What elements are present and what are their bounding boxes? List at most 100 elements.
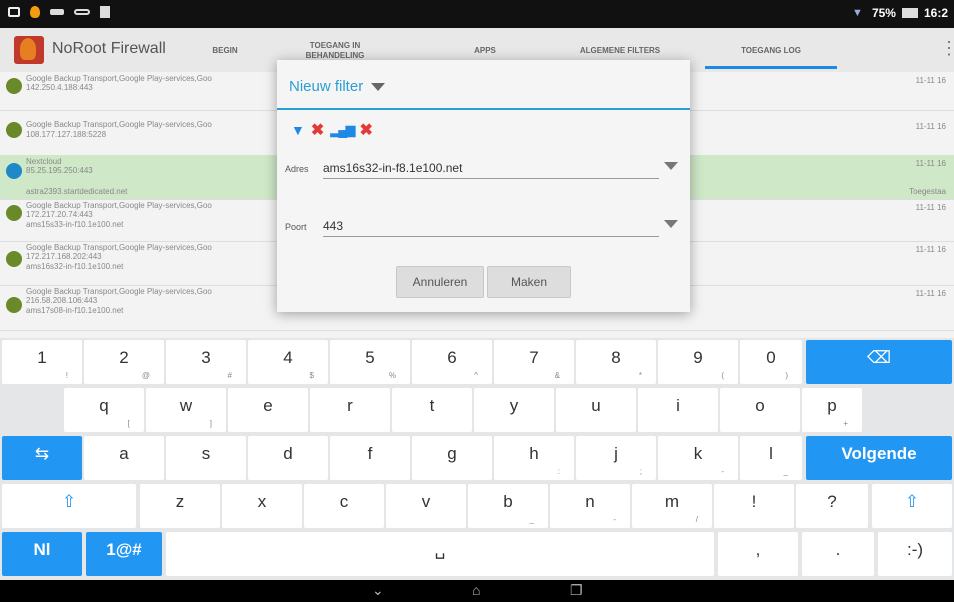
back-icon[interactable]: ⌄ <box>372 582 384 599</box>
recent-apps-icon[interactable]: ❐ <box>570 582 583 599</box>
shift-left-key[interactable]: ⇧ <box>2 484 136 528</box>
key-o[interactable]: o <box>720 388 800 432</box>
key-b[interactable]: b _ <box>468 484 548 528</box>
space-icon: ␣ <box>434 540 446 559</box>
status-bar: ▼ 75% 16:2 <box>0 0 954 28</box>
row-time: 11-11 16 <box>915 76 946 85</box>
row-address: 216.58.208.106:443 <box>26 296 98 305</box>
key-period[interactable]: . <box>802 532 874 576</box>
row-status: Toegestaa <box>909 187 946 196</box>
key-g[interactable]: g <box>412 436 492 480</box>
key-q[interactable]: q[ <box>64 388 144 432</box>
key-l[interactable]: l _ <box>740 436 802 480</box>
key-z[interactable]: z <box>140 484 220 528</box>
cancel-button[interactable]: Annuleren <box>396 266 484 298</box>
shift-icon: ⇧ <box>904 492 920 511</box>
smiley-key[interactable]: :-) <box>878 532 952 576</box>
key-4[interactable]: 4 $ <box>248 340 328 384</box>
row-hostname: astra2393.startdedicated.net <box>26 187 128 196</box>
key-9[interactable]: 9( <box>658 340 738 384</box>
address-field[interactable]: ams16s32-in-f8.1e100.net <box>323 158 659 179</box>
row-address: 108.177.127.188:5228 <box>26 130 107 139</box>
key-3[interactable]: 3 # <box>166 340 246 384</box>
key-j[interactable]: j; <box>576 436 656 480</box>
key-u[interactable]: u <box>556 388 636 432</box>
backspace-key[interactable]: ⌫ <box>806 340 952 384</box>
tab-key[interactable]: ⇆ <box>2 436 82 480</box>
tab-arrows-icon: ⇆ <box>34 444 50 463</box>
key-m[interactable]: m / <box>632 484 712 528</box>
key-k[interactable]: k- <box>658 436 738 480</box>
next-button[interactable]: Volgende <box>806 436 952 480</box>
key-d[interactable]: d <box>248 436 328 480</box>
key-r[interactable]: r <box>310 388 390 432</box>
wifi-blocked-icon[interactable]: ✖ <box>311 120 324 140</box>
key-question[interactable]: ? <box>796 484 868 528</box>
space-bar[interactable]: ␣ <box>166 532 714 576</box>
row-app-names: Google Backup Transport,Google Play-serv… <box>26 287 212 296</box>
key-y[interactable]: y <box>474 388 554 432</box>
battery-icon <box>901 8 918 18</box>
clock: 16:2 <box>923 6 948 20</box>
app-title: NoRoot Firewall <box>52 40 166 57</box>
key-5[interactable]: 5% <box>330 340 410 384</box>
key-comma[interactable]: , <box>718 532 798 576</box>
dialog-title: Nieuw filter <box>289 78 364 95</box>
row-app-names: Nextcloud <box>26 157 62 166</box>
more-notifications-icon <box>74 9 90 15</box>
key-8[interactable]: 8 * <box>576 340 656 384</box>
row-time: 11-11 16 <box>915 122 946 131</box>
on-screen-keyboard: 1! 2 @ 3 # 4 $ 5% 6 ^ 7 & 8 * 9( 0) ⌫ q[ w] e … <box>0 338 954 580</box>
key-n[interactable]: n- <box>550 484 630 528</box>
create-button[interactable]: Maken <box>487 266 571 298</box>
key-a[interactable]: a <box>84 436 164 480</box>
key-exclamation[interactable]: ! <box>714 484 794 528</box>
row-hostname: ams17s08-in-f10.1e100.net <box>26 306 124 315</box>
navigation-bar: ⌄ ⌂ ❐ <box>0 580 954 602</box>
row-hostname: ams16s32-in-f10.1e100.net <box>26 262 124 271</box>
key-h[interactable]: h: <box>494 436 574 480</box>
backspace-icon: ⌫ <box>866 348 892 367</box>
port-dropdown-icon[interactable] <box>664 220 678 228</box>
app-icon <box>6 297 22 313</box>
home-icon[interactable]: ⌂ <box>472 582 480 598</box>
row-app-names: Google Backup Transport,Google Play-serv… <box>26 201 212 210</box>
port-field[interactable]: 443 <box>323 216 659 237</box>
key-0[interactable]: 0) <box>740 340 802 384</box>
row-address: 172.217.168.202:443 <box>26 252 102 261</box>
key-x[interactable]: x <box>222 484 302 528</box>
tab-access-log[interactable]: TOEGANG LOG <box>705 36 837 69</box>
symbols-key[interactable]: 1@# <box>86 532 162 576</box>
key-p[interactable]: p + <box>802 388 862 432</box>
key-7[interactable]: 7 & <box>494 340 574 384</box>
language-key[interactable]: Nl <box>2 532 82 576</box>
overflow-menu-icon[interactable]: ⋮ <box>940 38 954 59</box>
mobile-blocked-icon[interactable]: ✖ <box>359 120 372 140</box>
key-s[interactable]: s <box>166 436 246 480</box>
battery-percentage: 75% <box>871 6 896 20</box>
key-6[interactable]: 6 ^ <box>412 340 492 384</box>
key-w[interactable]: w] <box>146 388 226 432</box>
app-icon <box>6 78 22 94</box>
row-hostname: ams15s33-in-f10.1e100.net <box>26 220 124 229</box>
key-i[interactable]: i <box>638 388 718 432</box>
shift-right-key[interactable]: ⇧ <box>872 484 952 528</box>
key-f[interactable]: f <box>330 436 410 480</box>
row-address: 142.250.4.188:443 <box>26 83 93 92</box>
key-v[interactable]: v <box>386 484 466 528</box>
wifi-icon[interactable]: ▼ <box>291 122 305 138</box>
vpn-key-icon <box>50 9 64 15</box>
app-icon <box>6 251 22 267</box>
key-e[interactable]: e <box>228 388 308 432</box>
filter-type-dropdown[interactable]: Nieuw filter <box>289 78 386 95</box>
port-label: Poort <box>285 222 307 232</box>
tab-begin[interactable]: BEGIN <box>190 36 260 66</box>
address-dropdown-icon[interactable] <box>664 162 678 170</box>
address-label: Adres <box>285 164 309 174</box>
key-c[interactable]: c <box>304 484 384 528</box>
mobile-signal-icon[interactable]: ▂▄▆ <box>330 122 355 138</box>
key-2[interactable]: 2 @ <box>84 340 164 384</box>
key-1[interactable]: 1! <box>2 340 82 384</box>
row-app-names: Google Backup Transport,Google Play-serv… <box>26 74 212 83</box>
key-t[interactable]: t <box>392 388 472 432</box>
